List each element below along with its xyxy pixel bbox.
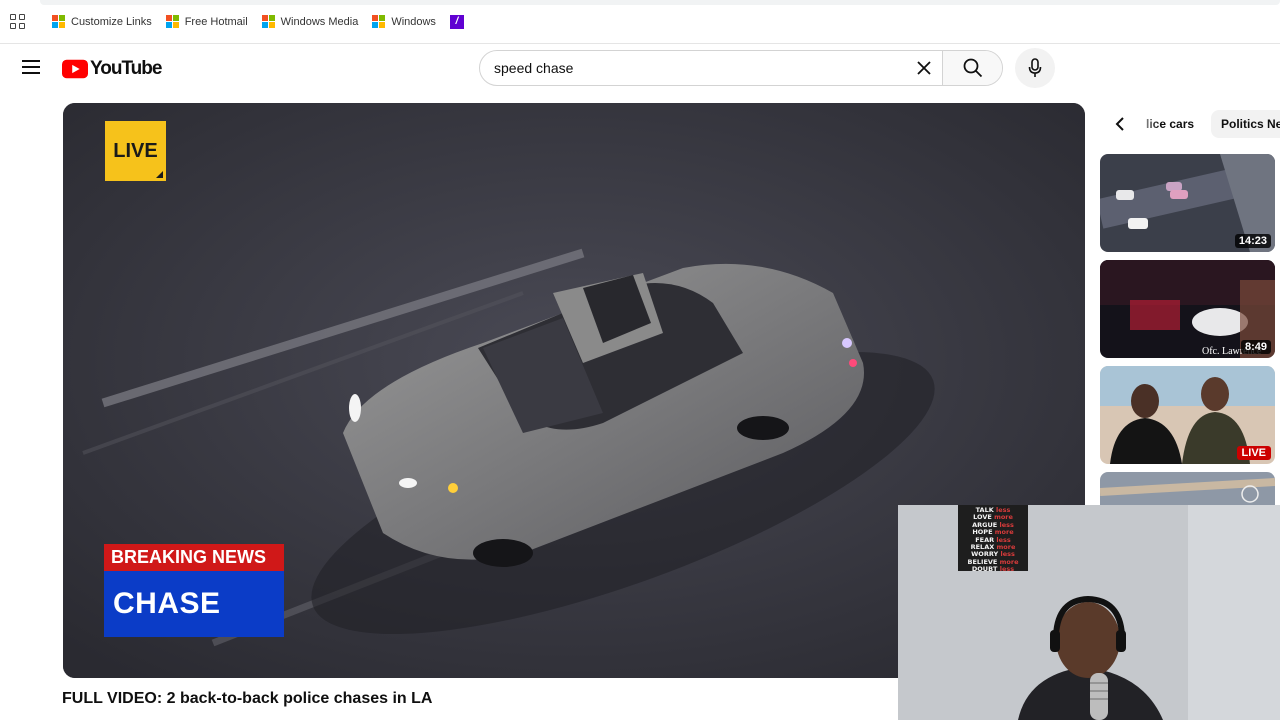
browser-tab-strip-edge — [40, 0, 1280, 5]
poster-line: DOUBT less — [962, 566, 1024, 573]
webcam-overlay: TALK less LOVE more ARGUE less HOPE more FEA… — [898, 505, 1280, 720]
bookmark-label: Free Hotmail — [184, 15, 248, 28]
bookmark-customize-links[interactable]: Customize Links — [52, 15, 152, 28]
microsoft-icon — [52, 15, 65, 28]
bookmarks-bar: Customize Links Free Hotmail Windows Med… — [0, 0, 1280, 44]
related-video-thumbnail[interactable] — [1100, 472, 1275, 505]
breaking-news-label: BREAKING NEWS — [104, 544, 284, 571]
youtube-wordmark: YouTube — [90, 58, 162, 79]
live-bug: LIVE — [105, 121, 166, 181]
video-duration: 14:23 — [1234, 234, 1271, 248]
youtube-logo[interactable]: YouTube — [62, 58, 162, 80]
chip-fade — [1130, 108, 1160, 140]
webcam-frame — [898, 505, 1280, 720]
bookmark-windows[interactable]: Windows — [372, 15, 436, 28]
poster-word: DOUBT — [971, 565, 1000, 574]
bookmark-label: Customize Links — [71, 15, 152, 28]
bookmark-label: Windows — [391, 15, 436, 28]
chase-label: CHASE — [104, 571, 284, 637]
search-button[interactable] — [942, 51, 1002, 85]
live-badge: LIVE — [1236, 446, 1271, 460]
microsoft-icon — [372, 15, 386, 28]
youtube-header: YouTube — [0, 44, 1280, 92]
microsoft-icon — [261, 15, 275, 28]
chevron-left-icon[interactable] — [1108, 112, 1132, 136]
bookmark-free-hotmail[interactable]: Free Hotmail — [165, 15, 248, 28]
clear-search-icon[interactable] — [906, 51, 942, 85]
microsoft-icon — [165, 15, 179, 28]
related-video-thumbnail[interactable]: Ofc. Lawrence 8:49 — [1100, 260, 1275, 358]
microphone-icon — [1028, 58, 1042, 77]
search-input[interactable] — [480, 51, 906, 85]
hamburger-menu-icon[interactable] — [22, 60, 40, 74]
motivational-poster: TALK less LOVE more ARGUE less HOPE more FEA… — [958, 505, 1028, 573]
voice-search-button[interactable] — [1015, 48, 1055, 88]
related-filter-chips: lice cars Politics Ne — [1100, 108, 1280, 140]
breaking-news-lower-third: BREAKING NEWS CHASE — [104, 544, 284, 638]
youtube-play-icon — [62, 59, 88, 79]
search-icon — [963, 58, 982, 78]
related-video-thumbnail[interactable]: LIVE — [1100, 366, 1275, 464]
apps-grid-icon[interactable] — [10, 13, 26, 30]
video-duration: 8:49 — [1240, 340, 1271, 354]
yahoo-icon: / — [449, 14, 464, 29]
bookmark-label: Windows Media — [280, 15, 359, 28]
bookmark-yahoo[interactable]: / — [449, 14, 464, 29]
search-bar — [479, 50, 1003, 86]
related-video-thumbnail[interactable]: 14:23 — [1100, 154, 1275, 252]
thumbnail-image — [1100, 472, 1275, 505]
video-title: FULL VIDEO: 2 back-to-back police chases… — [62, 690, 433, 707]
chip-politics-news[interactable]: Politics Ne — [1211, 110, 1280, 138]
poster-word-accent: less — [999, 565, 1015, 574]
bookmark-windows-media[interactable]: Windows Media — [261, 15, 359, 28]
